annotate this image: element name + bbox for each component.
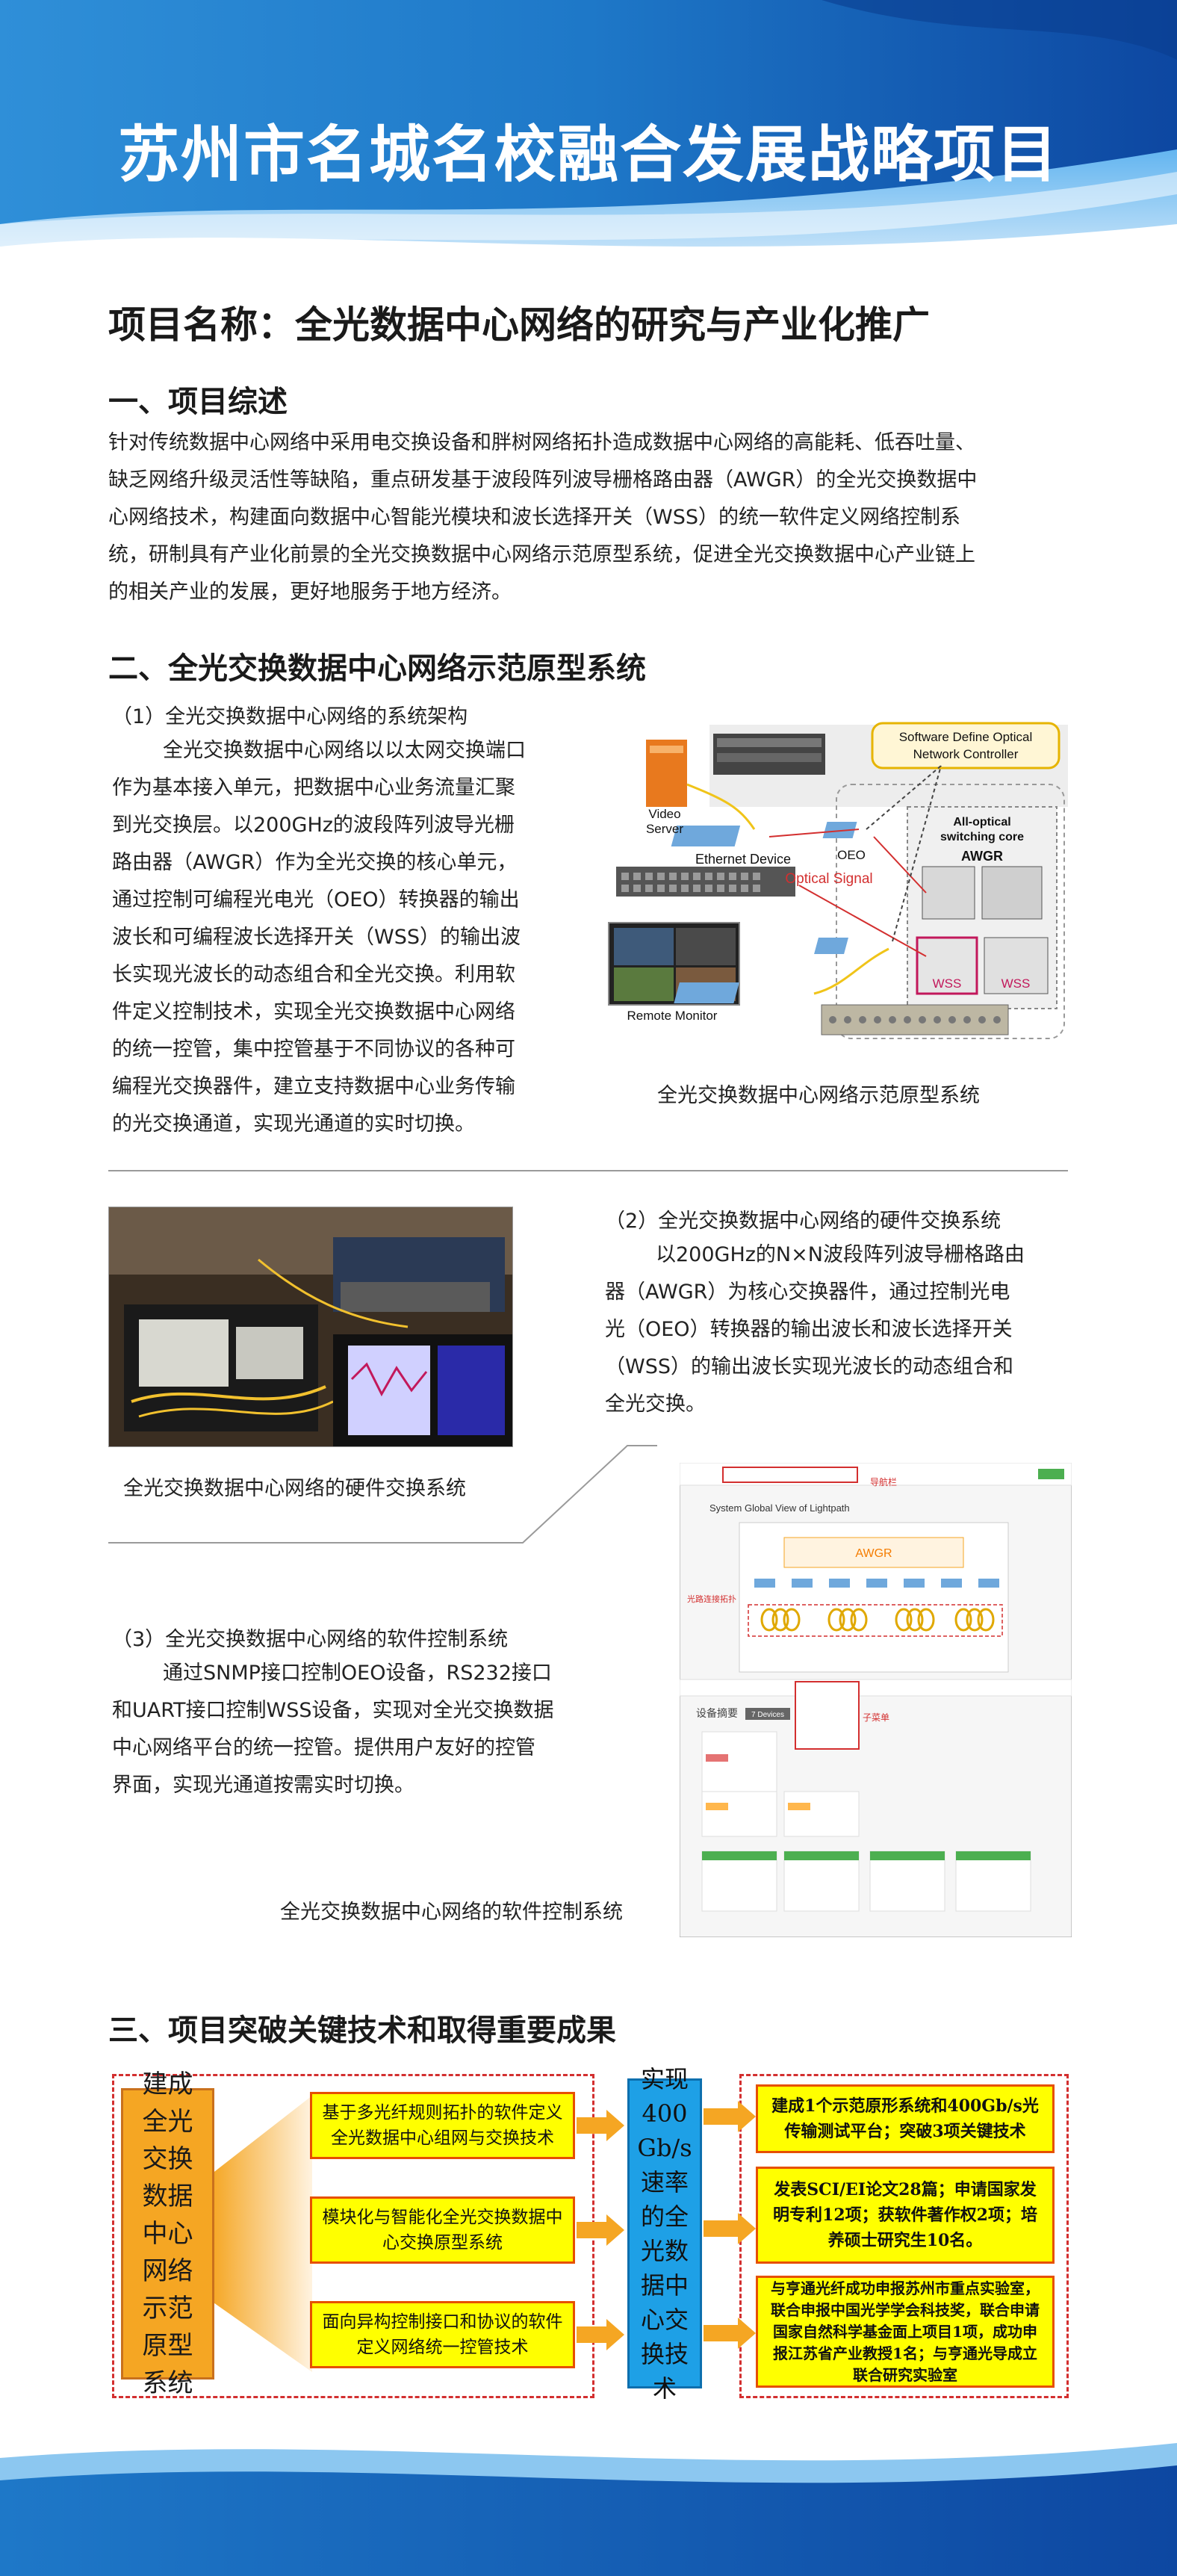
result-box-2: 发表SCI/EI论文28篇；申请国家发明专利12项；获软件著作权2项；培养硕士研… (756, 2167, 1055, 2264)
angled-divider (108, 1445, 657, 1544)
video-server-label-2: Server (646, 822, 683, 836)
software-screenshot: System Global View of Lightpath 导航栏 AWGR… (680, 1463, 1072, 1937)
screenshot-device-header: 设备摘要 (696, 1707, 738, 1720)
achievement-main-box: 建成全光交换数据中心网络示范原型系统 (121, 2069, 214, 2398)
oeo-label: OEO (837, 848, 866, 862)
optical-signal-label: Optical Signal (785, 871, 872, 887)
part3-line: 界面，实现光通道按需实时切换。 (112, 1774, 414, 1797)
fan-connector (211, 2096, 312, 2372)
screenshot-annotation-top: 导航栏 (870, 1476, 897, 1487)
remote-monitor-label: Remote Monitor (627, 1009, 718, 1023)
part3-line: 和UART接口控制WSS设备，实现对全光交换数据 (112, 1699, 554, 1722)
footer-banner (0, 2443, 1177, 2576)
part3-line: 中心网络平台的统一控管。提供用户友好的控管 (112, 1736, 535, 1759)
core-label-1: All-optical (953, 816, 1010, 829)
part1-line: 通过控制可编程光电光（OEO）转换器的输出 (112, 888, 520, 911)
section1-line: 缺乏网络升级灵活性等缺陷，重点研发基于波段阵列波导栅格路由器（AWGR）的全光交… (108, 468, 978, 492)
tech-box-1: 基于多光纤规则拓扑的软件定义全光数据中心组网与交换技术 (310, 2092, 575, 2159)
video-server-label-1: Video (648, 807, 680, 821)
part1-line: 作为基本接入单元，把数据中心业务流量汇聚 (112, 776, 515, 799)
screenshot-title: System Global View of Lightpath (709, 1502, 850, 1514)
ethernet-device-label: Ethernet Device (695, 852, 791, 867)
part2-line: 器（AWGR）为核心交换器件，通过控制光电 (605, 1281, 1010, 1304)
arrows-to-results (704, 2101, 756, 2349)
part1-subheading: （1）全光交换数据中心网络的系统架构 (112, 705, 468, 728)
divider (108, 1170, 1068, 1171)
section1-line: 心网络技术，构建面向数据中心智能光模块和波长选择开关（WSS）的统一软件定义网络… (108, 506, 960, 529)
result-box-3: 与亨通光纤成功申报苏州市重点实验室，联合申报中国光学学会科技奖，联合申请国家自然… (756, 2276, 1055, 2388)
center-result-box: 实现400 Gb/s速率的全光数据中心交换技术 (627, 2065, 702, 2403)
project-name: 项目名称：全光数据中心网络的研究与产业化推广 (108, 303, 930, 347)
part1-line: 全光交换数据中心网络以以太网交换端口 (163, 739, 526, 762)
screenshot-annotation-right: 子菜单 (863, 1712, 889, 1723)
hardware-photo (108, 1207, 513, 1447)
part1-paragraph: 全光交换数据中心网络以以太网交换端口 作为基本接入单元，把数据中心业务流量汇聚 … (112, 732, 575, 1143)
section1-heading: 一、项目综述 (108, 385, 288, 419)
tech-box-2: 模块化与智能化全光交换数据中心交换原型系统 (310, 2196, 575, 2264)
section2-heading: 二、全光交换数据中心网络示范原型系统 (108, 651, 646, 686)
screenshot-annotation-left: 光路连接拓扑 (687, 1594, 736, 1604)
part2-line: 光（OEO）转换器的输出波长和波长选择开关 (605, 1318, 1013, 1341)
section1-line: 针对传统数据中心网络中采用电交换设备和胖树网络拓扑造成数据中心网络的高能耗、低吞… (108, 431, 975, 454)
core-label-2: switching core (940, 831, 1024, 843)
part1-line: 波长和可编程波长选择开关（WSS）的输出波 (112, 926, 521, 949)
part3-paragraph: 通过SNMP接口控制OEO设备，RS232接口 和UART接口控制WSS设备，实… (112, 1655, 597, 1804)
part3-line: 通过SNMP接口控制OEO设备，RS232接口 (163, 1662, 552, 1685)
screenshot-device-badge: 7 Devices (751, 1711, 784, 1719)
architecture-diagram: Software Define Optical Network Controll… (608, 722, 1068, 1039)
awgr-label: AWGR (961, 849, 1003, 864)
section3-heading: 三、项目突破关键技术和取得重要成果 (108, 2013, 616, 2048)
part2-line: 以200GHz的N×N波段阵列波导栅格路由 (656, 1243, 1025, 1266)
part1-line: 路由器（AWGR）作为全光交换的核心单元， (112, 851, 518, 874)
part1-line: 编程光交换器件，建立支持数据中心业务传输 (112, 1075, 515, 1098)
part2-line: （WSS）的输出波长实现光波长的动态组合和 (605, 1355, 1013, 1378)
arrows-to-center (577, 2110, 624, 2350)
tech-box-3: 面向异构控制接口和协议的软件定义网络统一控管技术 (310, 2301, 575, 2368)
section1-line: 统，研制具有产业化前景的全光交换数据中心网络示范原型系统，促进全光交换数据中心产… (108, 543, 975, 566)
wss-label-2: WSS (1001, 976, 1031, 991)
part1-line: 长实现光波长的动态组合和全光交换。利用软 (112, 963, 515, 986)
controller-label-line1: Software Define Optical (899, 730, 1033, 744)
screenshot-awgr: AWGR (855, 1547, 892, 1560)
part2-paragraph: 以200GHz的N×N波段阵列波导栅格路由 器（AWGR）为核心交换器件，通过控… (605, 1236, 1072, 1423)
section1-line: 的相关产业的发展，更好地服务于地方经济。 (108, 580, 512, 604)
part1-line: 到光交换层。以200GHz的波段阵列波导光栅 (112, 814, 515, 837)
part1-line: 件定义控制技术，实现全光交换数据中心网络 (112, 1000, 515, 1024)
part2-line: 全光交换。 (605, 1393, 706, 1416)
part2-subheading: （2）全光交换数据中心网络的硬件交换系统 (605, 1210, 1001, 1233)
main-title: 苏州市名城名校融合发展战略项目 (117, 120, 1059, 191)
wss-label-1: WSS (933, 976, 962, 991)
part3-caption: 全光交换数据中心网络的软件控制系统 (280, 1901, 623, 1924)
section1-paragraph: 针对传统数据中心网络中采用电交换设备和胖树网络拓扑造成数据中心网络的高能耗、低吞… (108, 424, 1072, 611)
part1-caption: 全光交换数据中心网络示范原型系统 (657, 1084, 980, 1107)
controller-label-line2: Network Controller (913, 747, 1019, 761)
part1-line: 的统一控管，集中控管基于不同协议的各种可 (112, 1038, 515, 1061)
part1-line: 的光交换通道，实现光通道的实时切换。 (112, 1112, 475, 1136)
part3-subheading: （3）全光交换数据中心网络的软件控制系统 (112, 1628, 509, 1651)
result-box-1: 建成1个示范原形系统和400Gb/s光传输测试平台；突破3项关键技术 (756, 2084, 1055, 2153)
